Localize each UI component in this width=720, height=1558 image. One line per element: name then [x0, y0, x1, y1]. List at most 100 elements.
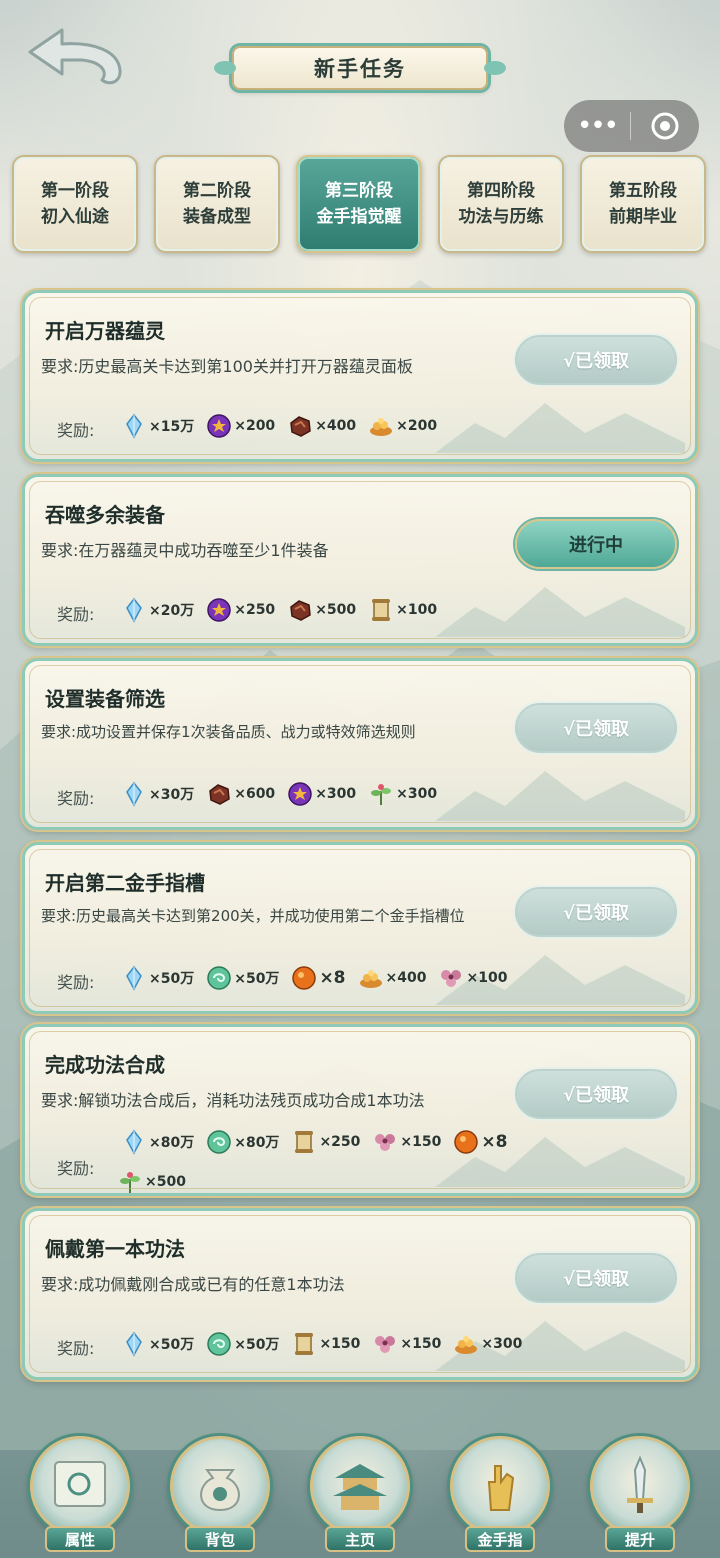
reward-item: ×200	[206, 413, 275, 439]
reward-label: 奖励:	[57, 605, 95, 624]
reward-quantity: ×80万	[234, 1135, 280, 1151]
bottom-nav: 属性 背包 主页 金手指 提升	[0, 1430, 720, 1558]
task-requirement: 要求:成功佩戴刚合成或已有的任意1本功法	[41, 1275, 345, 1294]
reward-label: 奖励:	[57, 421, 95, 440]
reward-item: ×400	[287, 413, 356, 439]
task-card: 设置装备筛选 要求:成功设置并保存1次装备品质、战力或特效筛选规则 奖励: ×3…	[22, 658, 698, 830]
target-icon	[651, 112, 679, 140]
crystal-icon	[121, 781, 147, 807]
tab-stage-1[interactable]: 第一阶段 初入仙途	[12, 155, 138, 253]
reward-item: ×500	[287, 597, 356, 623]
fire-orb-icon	[291, 965, 317, 991]
nav-upgrade[interactable]: 提升	[585, 1436, 695, 1554]
reward-item: ×600	[206, 781, 275, 807]
crystal-icon	[121, 413, 147, 439]
crystal-icon	[121, 1129, 147, 1155]
tab-stage-2[interactable]: 第二阶段 装备成型	[154, 155, 280, 253]
miniprogram-capsule: •••	[564, 100, 699, 152]
gold-pile-icon	[453, 1331, 479, 1357]
reward-quantity: ×300	[315, 786, 357, 802]
reward-item: ×100	[438, 965, 507, 991]
reward-quantity: ×20万	[149, 603, 195, 619]
reward-list: ×50万 ×50万 ×150 ×150 ×300	[121, 1331, 534, 1357]
gold-pile-icon	[358, 965, 384, 991]
reward-quantity: ×200	[234, 418, 276, 434]
task-card: 开启第二金手指槽 要求:历史最高关卡达到第200关，并成功使用第二个金手指槽位 …	[22, 842, 698, 1014]
reward-item: ×8	[453, 1129, 507, 1155]
back-button[interactable]	[22, 22, 126, 92]
reward-quantity: ×8	[481, 1132, 508, 1152]
reward-item: ×8	[291, 965, 346, 991]
reward-quantity: ×150	[400, 1134, 442, 1150]
reward-item: ×50万	[206, 965, 279, 991]
tab-stage-4[interactable]: 第四阶段 功法与历练	[438, 155, 564, 253]
reward-item: ×300	[368, 781, 437, 807]
reward-list: ×30万 ×600 ×300 ×300	[121, 781, 449, 807]
reward-label: 奖励:	[57, 973, 95, 992]
tab-stage-name: 初入仙途	[41, 207, 109, 227]
nav-label: 属性	[45, 1526, 115, 1552]
reward-quantity: ×250	[319, 1134, 361, 1150]
reward-label: 奖励:	[57, 1339, 95, 1358]
task-requirement: 要求:在万器蕴灵中成功吞噬至少1件装备	[41, 541, 329, 560]
pink-flower-icon	[438, 965, 464, 991]
claimed-button[interactable]: √已领取	[515, 703, 677, 753]
reward-quantity: ×8	[319, 968, 346, 988]
task-title: 佩戴第一本功法	[45, 1237, 185, 1261]
reward-quantity: ×200	[396, 418, 438, 434]
task-title: 完成功法合成	[45, 1053, 165, 1077]
tab-stage-label: 第四阶段	[467, 181, 535, 201]
page-title: 新手任务	[314, 57, 406, 81]
tab-stage-name: 装备成型	[183, 207, 251, 227]
ore-icon	[287, 597, 313, 623]
reward-quantity: ×30万	[149, 787, 195, 803]
reward-quantity: ×600	[234, 786, 276, 802]
tab-stage-name: 前期毕业	[609, 207, 677, 227]
task-requirement: 要求:成功设置并保存1次装备品质、战力或特效筛选规则	[41, 723, 416, 741]
in-progress-button[interactable]: 进行中	[515, 519, 677, 569]
tab-stage-5[interactable]: 第五阶段 前期毕业	[580, 155, 706, 253]
nav-golden-finger[interactable]: 金手指	[445, 1436, 555, 1554]
scroll-icon	[291, 1331, 317, 1357]
reward-quantity: ×50万	[149, 1337, 195, 1353]
reward-list: ×20万 ×250 ×500 ×100	[121, 597, 449, 623]
more-button[interactable]: •••	[564, 100, 630, 152]
tab-stage-name: 功法与历练	[458, 207, 544, 227]
reward-item: ×30万	[121, 781, 194, 807]
reward-item: ×80万	[206, 1129, 279, 1155]
nav-home[interactable]: 主页	[305, 1436, 415, 1554]
task-title: 吞噬多余装备	[45, 503, 165, 527]
reward-item: ×15万	[121, 413, 194, 439]
claimed-button[interactable]: √已领取	[515, 1253, 677, 1303]
reward-quantity: ×50万	[234, 1337, 280, 1353]
task-card: 完成功法合成 要求:解锁功法合成后，消耗功法残页成功合成1本功法 奖励: ×80…	[22, 1024, 698, 1196]
page-title-plaque: 新手任务	[214, 46, 506, 90]
reward-item: ×200	[368, 413, 437, 439]
reward-item: ×100	[368, 597, 437, 623]
claimed-button[interactable]: √已领取	[515, 1069, 677, 1119]
scroll-icon	[368, 597, 394, 623]
reward-quantity: ×150	[319, 1336, 361, 1352]
task-requirement: 要求:历史最高关卡达到第100关并打开万器蕴灵面板	[41, 357, 413, 376]
back-arrow-icon	[28, 28, 122, 85]
reward-label: 奖励:	[57, 789, 95, 808]
nav-bag[interactable]: 背包	[165, 1436, 275, 1554]
ore-icon	[206, 781, 232, 807]
ore-icon	[287, 413, 313, 439]
task-card: 佩戴第一本功法 要求:成功佩戴刚合成或已有的任意1本功法 奖励: ×50万 ×5…	[22, 1208, 698, 1380]
claimed-button[interactable]: √已领取	[515, 887, 677, 937]
reward-quantity: ×100	[396, 602, 438, 618]
claimed-button[interactable]: √已领取	[515, 335, 677, 385]
tab-stage-label: 第一阶段	[41, 181, 109, 201]
reward-quantity: ×80万	[149, 1135, 195, 1151]
nav-attributes[interactable]: 属性	[25, 1436, 135, 1554]
reward-quantity: ×50万	[149, 971, 195, 987]
nav-label: 金手指	[465, 1526, 535, 1552]
reward-list: ×50万 ×50万 ×8 ×400 ×100	[121, 965, 519, 991]
tab-stage-name: 金手指觉醒	[316, 207, 402, 227]
tab-stage-3[interactable]: 第三阶段 金手指觉醒	[296, 155, 422, 253]
close-button[interactable]	[631, 100, 699, 152]
task-requirement: 要求:解锁功法合成后，消耗功法残页成功合成1本功法	[41, 1091, 425, 1110]
reward-quantity: ×150	[400, 1336, 442, 1352]
reward-quantity: ×300	[481, 1336, 523, 1352]
